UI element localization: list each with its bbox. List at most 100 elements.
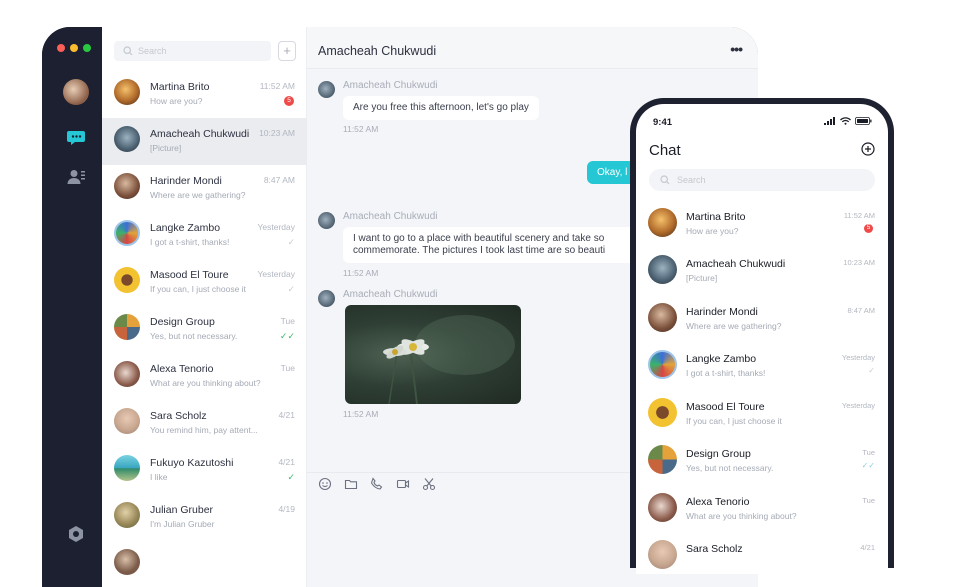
close-window-button[interactable] <box>57 44 65 52</box>
battery-icon <box>855 117 872 125</box>
conversation-item[interactable]: Design Group Yes, but not necessary. Tue… <box>102 306 307 353</box>
conversation-item[interactable]: Sara Scholz You remind him, pay attent..… <box>102 400 307 447</box>
message-time: Tue <box>862 448 875 457</box>
double-check-icon: ✓✓ <box>279 331 295 341</box>
conversation-item[interactable]: Design Group Yes, but not necessary. Tue… <box>636 443 888 490</box>
message-time: 11:52 AM <box>343 124 379 134</box>
chat-bubble-icon[interactable] <box>66 127 86 147</box>
conversation-list: Search + Martina Brito How are you? 11:5… <box>102 27 307 587</box>
message-preview: How are you? <box>150 96 203 106</box>
phone-device: 9:41 Chat Search Martina Brito How are y… <box>630 98 894 574</box>
message-preview: What are you thinking about? <box>686 511 797 521</box>
message-time: Yesterday <box>257 222 296 232</box>
contact-name: Design Group <box>150 316 215 328</box>
contact-name: Design Group <box>686 448 751 460</box>
avatar <box>648 350 677 379</box>
message-time: 4/21 <box>860 543 875 552</box>
search-input[interactable]: Search <box>114 41 271 61</box>
search-input[interactable]: Search <box>649 169 875 191</box>
daisy-photo-image <box>383 315 515 404</box>
conversation-item[interactable]: Masood El Toure If you can, I just choos… <box>636 396 888 443</box>
message-time: 10:23 AM <box>843 258 875 267</box>
conversation-item[interactable]: Alexa Tenorio What are you thinking abou… <box>102 353 307 400</box>
avatar <box>114 173 140 199</box>
double-check-icon: ✓✓ <box>861 461 875 470</box>
chat-title: Amacheah Chukwudi <box>318 44 437 58</box>
message-time: 11:52 AM <box>343 268 379 278</box>
more-options-icon[interactable]: ••• <box>730 42 743 56</box>
conversation-item[interactable] <box>102 541 307 587</box>
page-title: Chat <box>649 142 681 159</box>
conversation-item[interactable]: Martina Brito How are you? 11:52 AM 5 <box>636 206 888 253</box>
contact-name: Harinder Mondi <box>150 175 222 187</box>
read-check-icon: ✓ <box>287 237 295 247</box>
conversation-item[interactable]: Amacheah Chukwudi [Picture] 10:23 AM <box>102 118 307 165</box>
conversation-item[interactable]: Fukuyo Kazutoshi I like 4/21 ✓ <box>102 447 307 494</box>
settings-icon[interactable] <box>66 524 86 544</box>
message-preview: I'm Julian Gruber <box>150 519 215 529</box>
read-check-icon: ✓ <box>287 472 295 482</box>
message-time: Tue <box>280 363 295 373</box>
contact-name: Martina Brito <box>150 81 210 93</box>
conversation-item[interactable]: Amacheah Chukwudi [Picture] 10:23 AM <box>636 253 888 300</box>
conversation-item[interactable]: Alexa Tenorio What are you thinking abou… <box>636 491 888 538</box>
conversation-item[interactable]: Harinder Mondi Where are we gathering? 8… <box>636 301 888 348</box>
avatar <box>114 408 140 434</box>
emoji-icon[interactable] <box>318 477 332 491</box>
message-time: 11:52 AM <box>259 81 295 91</box>
phone-icon[interactable] <box>370 477 384 491</box>
message-time: Yesterday <box>841 353 875 362</box>
avatar <box>114 126 140 152</box>
avatar <box>648 303 677 332</box>
status-icons <box>824 117 872 125</box>
message-time: 4/19 <box>278 504 295 514</box>
sender-name: Amacheah Chukwudi <box>343 289 438 300</box>
message-time: 8:47 AM <box>847 306 875 315</box>
contact-name: Alexa Tenorio <box>686 496 750 508</box>
conversation-item[interactable]: Langke Zambo I got a t-shirt, thanks! Ye… <box>636 348 888 395</box>
message-time: Yesterday <box>257 269 296 279</box>
maximize-window-button[interactable] <box>83 44 91 52</box>
avatar <box>648 255 677 284</box>
new-chat-button[interactable]: + <box>278 41 296 61</box>
signal-icon <box>824 117 835 125</box>
avatar <box>114 361 140 387</box>
contact-name: Masood El Toure <box>686 401 765 413</box>
conversation-item[interactable]: Sara Scholz 4/21 <box>636 538 888 574</box>
contacts-icon[interactable] <box>66 167 86 187</box>
conversation-item[interactable]: Masood El Toure If you can, I just choos… <box>102 259 307 306</box>
message-time: 8:47 AM <box>263 175 295 185</box>
search-placeholder: Search <box>677 175 706 185</box>
message-time: Yesterday <box>841 401 875 410</box>
avatar <box>648 540 677 569</box>
contact-name: Julian Gruber <box>150 504 214 516</box>
scissors-icon[interactable] <box>422 477 436 491</box>
avatar <box>114 455 140 481</box>
conversation-item[interactable]: Martina Brito How are you? 11:52 AM 5 <box>102 71 307 118</box>
contact-name: Harinder Mondi <box>686 306 758 318</box>
photo-message[interactable] <box>345 305 521 404</box>
conversation-item[interactable]: Julian Gruber I'm Julian Gruber 4/19 <box>102 494 307 541</box>
folder-icon[interactable] <box>344 477 358 491</box>
avatar <box>114 549 140 575</box>
minimize-window-button[interactable] <box>70 44 78 52</box>
conversation-item[interactable]: Langke Zambo I got a t-shirt, thanks! Ye… <box>102 212 307 259</box>
video-icon[interactable] <box>396 477 410 491</box>
conversation-item[interactable]: Harinder Mondi Where are we gathering? 8… <box>102 165 307 212</box>
unread-badge: 5 <box>864 224 873 233</box>
message-preview: If you can, I just choose it <box>150 284 246 294</box>
add-circle-icon[interactable] <box>861 142 875 156</box>
avatar <box>318 81 335 98</box>
avatar <box>114 267 140 293</box>
read-check-icon: ✓ <box>868 366 875 375</box>
avatar <box>114 314 140 340</box>
wifi-icon <box>840 117 851 125</box>
avatar <box>318 212 335 229</box>
user-avatar[interactable] <box>63 79 89 105</box>
search-icon <box>123 46 133 56</box>
avatar <box>648 208 677 237</box>
message-preview: What are you thinking about? <box>150 378 261 388</box>
message-preview: Yes, but not necessary. <box>150 331 238 341</box>
unread-badge: 5 <box>284 96 294 106</box>
sidebar-rail <box>42 27 102 587</box>
